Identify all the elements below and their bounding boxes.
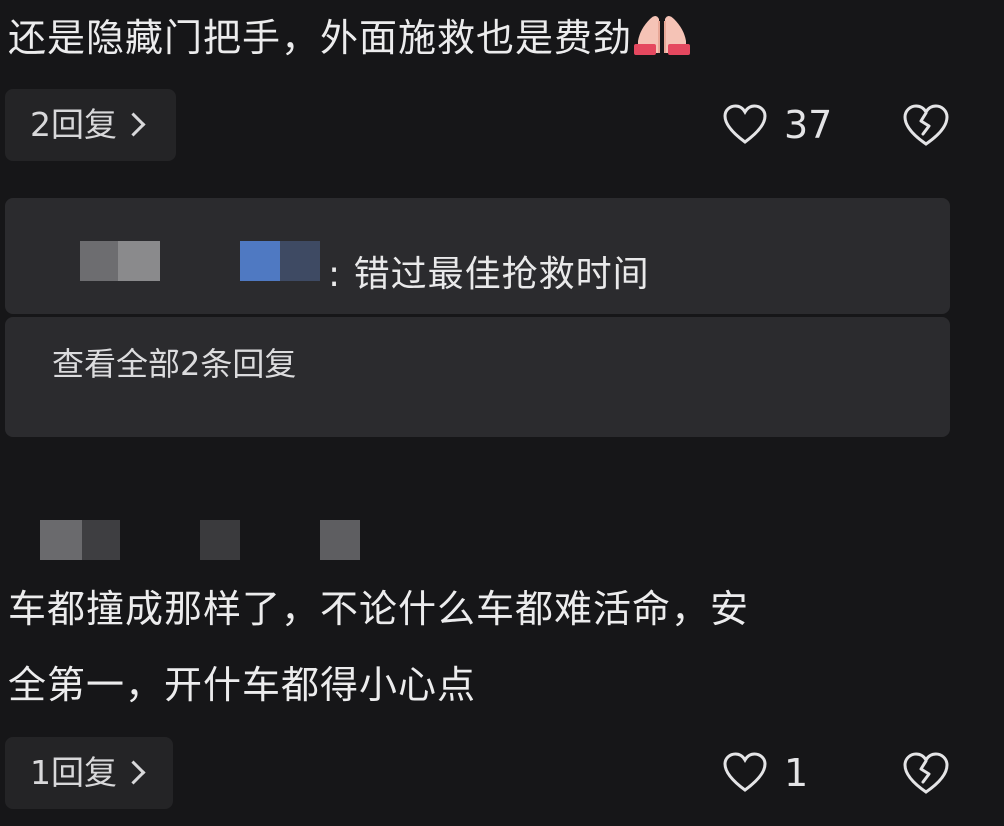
- comment-1-dislike-button[interactable]: [902, 104, 950, 152]
- comment-thread: 还是隐藏门把手，外面施救也是费劲 2回复 37 : 错过最佳抢救时间 查看全部2…: [0, 0, 1004, 826]
- censored-username-part: [280, 241, 320, 281]
- censored-username: [240, 241, 280, 281]
- reply-count-label: 1回复: [30, 753, 117, 792]
- comment-2-dislike-button[interactable]: [902, 752, 950, 800]
- folded-hands-emoji-icon: [632, 4, 692, 55]
- comment-2-text: 车都撞成那样了，不论什么车都难活命，安 全第一，开什车都得小心点: [8, 587, 750, 707]
- censored-username-2: [40, 520, 82, 560]
- broken-heart-icon: [903, 104, 949, 146]
- like-count: 37: [784, 103, 833, 147]
- chevron-right-icon: [121, 760, 146, 785]
- like-count: 1: [784, 751, 809, 795]
- comment-2-replies-button[interactable]: 1回复: [5, 737, 173, 809]
- comment-1-body: 还是隐藏门把手，外面施救也是费劲: [8, 16, 633, 60]
- comment-1-text: 还是隐藏门把手，外面施救也是费劲: [8, 0, 692, 76]
- censored-username-2-part: [200, 520, 240, 560]
- view-all-replies-link[interactable]: 查看全部2条回复: [52, 334, 296, 394]
- heart-outline-icon: [723, 752, 767, 792]
- heart-outline-icon: [723, 104, 767, 144]
- censored-username-2-part: [320, 520, 360, 560]
- censored-avatar: [80, 241, 118, 281]
- comment-1-replies-button[interactable]: 2回复: [5, 89, 176, 161]
- chevron-right-icon: [121, 112, 146, 137]
- reply-count-label: 2回复: [30, 105, 117, 144]
- broken-heart-icon: [903, 752, 949, 794]
- censored-avatar-part: [118, 241, 160, 281]
- sub-reply-text: : 错过最佳抢救时间: [328, 254, 650, 295]
- censored-username-2-part: [82, 520, 120, 560]
